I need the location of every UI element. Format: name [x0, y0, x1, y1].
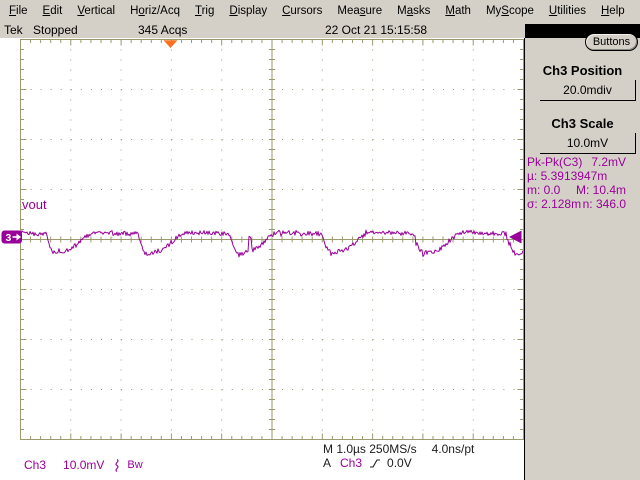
trigger-mode: A — [323, 456, 332, 470]
measurement-value: Pk-Pk(C3) — [527, 155, 583, 169]
ch3-position-readout[interactable]: 20.0mdiv — [540, 80, 636, 101]
coupling-icon — [113, 458, 121, 473]
trigger-position-marker[interactable] — [163, 40, 178, 48]
measurement-row: m: 0.0 M: 10.4m — [527, 183, 626, 197]
ch3-scale-readout[interactable]: 10.0mV — [540, 133, 636, 154]
measurement-row: µ: 5.3913947m — [527, 169, 626, 183]
menu-utilities[interactable]: Utilities — [549, 5, 586, 17]
measurement-row: Pk-Pk(C3) 7.2mV — [527, 155, 626, 169]
ch3-position-label: Ch3 Position — [542, 63, 623, 78]
measurement-value: µ: 5.3913947m — [527, 169, 608, 183]
channel-scale: 10.0mV — [63, 458, 105, 472]
waveform-display: 3 — [1, 39, 524, 440]
bandwidth-limit-indicator: Bw — [127, 459, 143, 471]
measurement-value: m: 0.0 — [527, 183, 561, 197]
channel-readout: Ch3 10.0mV Bw — [0, 457, 143, 473]
timebase-readout: M 1.0µs 250MS/s — [323, 442, 417, 456]
rising-slope-icon — [369, 457, 381, 469]
menu-help[interactable]: Help — [601, 5, 625, 17]
ch3-scale-label: Ch3 Scale — [551, 116, 614, 131]
channel-name[interactable]: Ch3 — [24, 458, 46, 472]
measurement-value: M: 10.4m — [575, 183, 626, 197]
measurement-row: σ: 2.128m n: 346.0 — [527, 197, 626, 211]
measurement-value: n: 346.0 — [582, 197, 626, 211]
svg-text:3: 3 — [6, 232, 12, 244]
trigger-source: Ch3 — [340, 456, 363, 470]
buttons-button[interactable]: Buttons — [585, 33, 638, 51]
measurement-value: σ: 2.128m — [527, 197, 582, 211]
measurement-value: 7.2mV — [591, 155, 626, 169]
graticule-center-axes — [20, 39, 524, 440]
control-panel: Ch3 Position 20.0mdiv Ch3 Scale 10.0mV P… — [524, 38, 640, 480]
sample-resolution: 4.0ns/pt — [431, 442, 475, 456]
timebase-trigger-readout: M 1.0µs 250MS/s 4.0ns/pt A Ch3 0.0V — [323, 442, 474, 470]
oscilloscope-screen: File Edit Vertical Horiz/Acq Trig Display Curs… — [0, 0, 640, 480]
measurement-readout: Pk-Pk(C3) 7.2mV µ: 5.3913947m m: 0.0 M: 10.4… — [527, 155, 626, 211]
channel3-marker[interactable]: 3 — [1, 230, 23, 245]
trace-label-vout: vout — [22, 197, 47, 212]
trace-level-arrow — [509, 230, 522, 244]
trigger-level: 0.0V — [387, 456, 412, 470]
